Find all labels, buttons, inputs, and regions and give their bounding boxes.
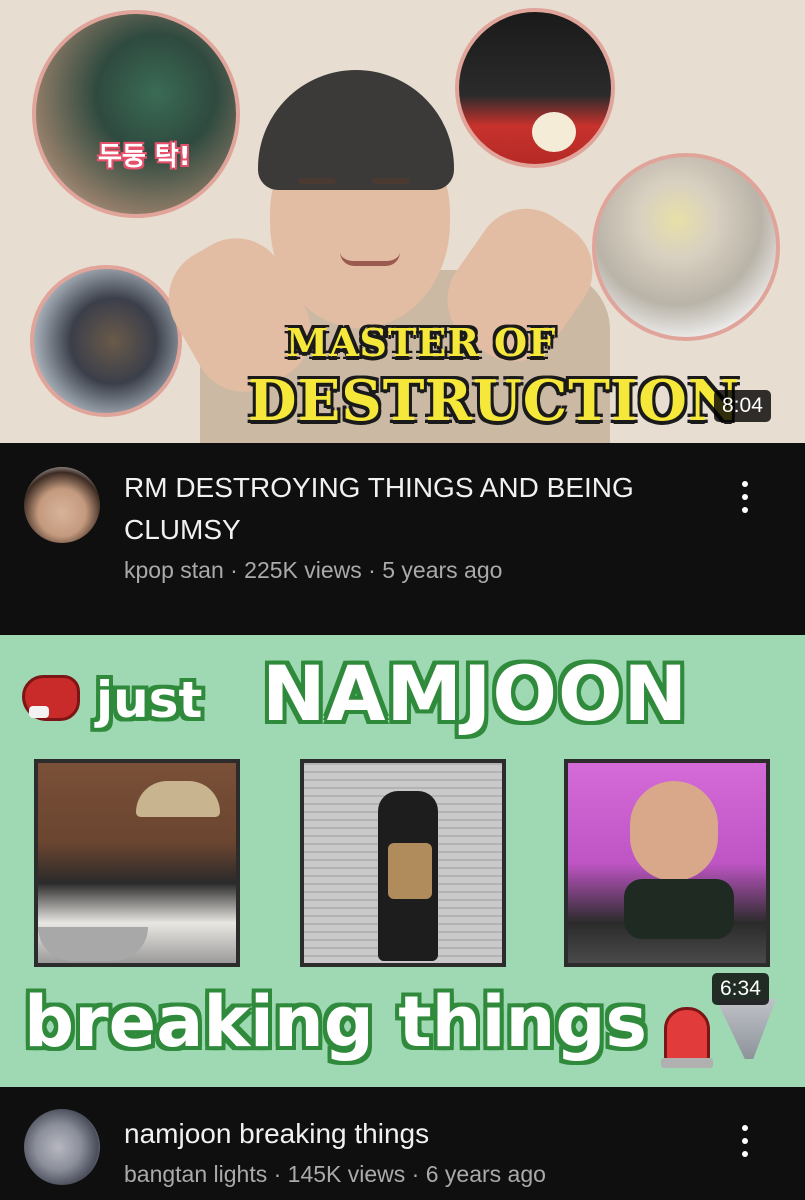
thumbnail-frame-3 [564,759,770,967]
thumbnail-inset-image [592,153,780,341]
duration-badge: 8:04 [714,390,771,422]
video-meta: kpop stan · 225K views · 5 years ago [124,557,503,583]
thumbnail-title-line2: DESTRUCTION [248,368,741,434]
thumbnail-inset-image [30,265,182,417]
thumbnail-word-namjoon: NAMJOON [262,649,689,738]
video-thumbnail-1[interactable]: 두둥 탁! MASTER OF DESTRUCTION 8:04 [0,0,805,443]
duration-badge: 6:34 [712,973,769,1005]
thumbnail-word-just: just [96,671,203,729]
video-details-2: namjoon breaking things bangtan lights ·… [0,1087,805,1200]
more-options-icon[interactable] [728,1117,762,1165]
inset-caption: 두둥 탁! [98,142,191,172]
thumbnail-frame-1 [34,759,240,967]
boxing-glove-icon [22,675,80,721]
channel-avatar[interactable] [24,1109,100,1185]
video-thumbnail-2[interactable]: just NAMJOON breaking things 6:34 [0,635,805,1087]
thumbnail-frame-2 [300,759,506,967]
channel-avatar[interactable] [24,467,100,543]
tornado-icon [716,999,776,1059]
video-meta: bangtan lights · 145K views · 6 years ag… [124,1161,546,1187]
thumbnail-title-line1: MASTER OF [286,320,557,365]
video-title[interactable]: RM DESTROYING THINGS AND BEING CLUMSY [124,467,684,551]
video-title[interactable]: namjoon breaking things [124,1113,684,1155]
thumbnail-bottom-text: breaking things [24,981,648,1063]
siren-icon [661,1007,713,1068]
more-options-icon[interactable] [728,473,762,521]
video-details-1: RM DESTROYING THINGS AND BEING CLUMSY kp… [0,443,805,635]
